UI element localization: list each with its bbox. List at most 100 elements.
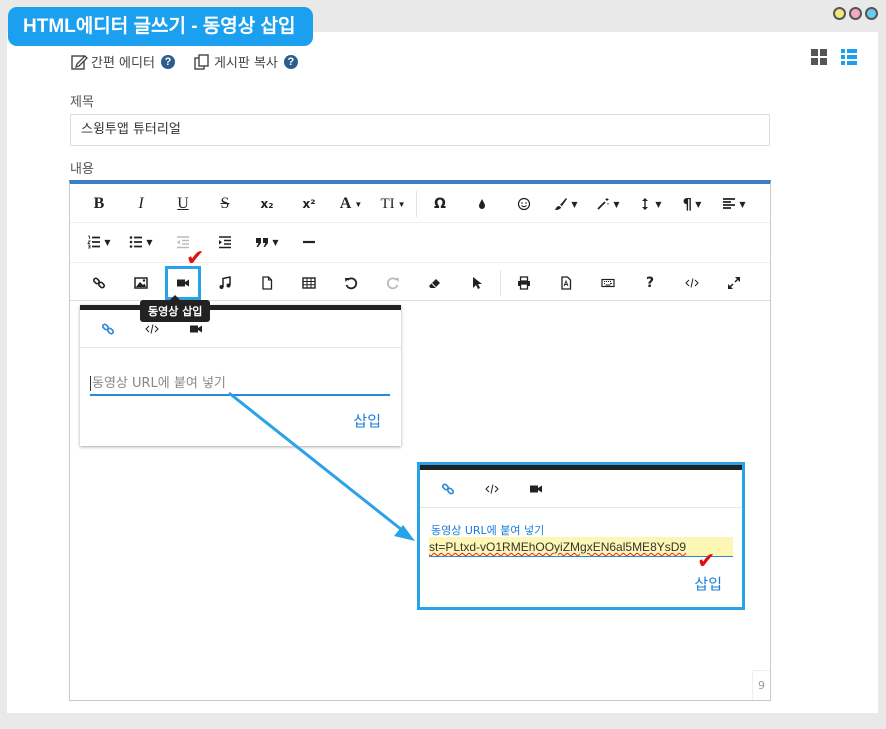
help-icon[interactable]: ? [160,54,175,69]
underline-button[interactable]: U [162,187,204,221]
tab-link[interactable] [86,322,130,336]
help-icon[interactable]: ? [283,54,298,69]
code-view-button[interactable] [671,266,713,300]
align-left-icon [723,198,736,209]
strikethrough-button[interactable]: S [204,187,246,221]
tab-code[interactable] [130,322,174,336]
link-icon [441,482,455,495]
table-icon [302,277,316,289]
tab-video[interactable] [514,482,558,496]
file-button[interactable] [246,266,288,300]
font-color-button[interactable]: A ▼ [330,187,372,221]
title-label: 제목 [70,95,94,110]
horizontal-rule-button[interactable] [288,225,330,259]
video-url-input[interactable]: 동영상 URL에 붙여 넣기 [90,372,390,396]
chevron-down-icon: ▼ [104,237,111,247]
video-url-caption: 동영상 URL에 붙여 넣기 [431,524,545,537]
fullscreen-button[interactable] [713,266,755,300]
brush-icon [555,198,568,210]
eraser-icon [429,279,440,288]
highlight-button[interactable] [461,187,503,221]
table-button[interactable] [288,266,330,300]
insert-button[interactable]: 삽입 [353,410,381,431]
view-toggle [810,48,858,66]
window-dots [833,7,878,20]
magic-wand-icon [597,198,609,210]
image-button[interactable] [120,266,162,300]
align-button[interactable]: ▼ [713,187,755,221]
cursor-icon [473,277,482,289]
editor-toolbar: B I U S x₂ x² A ▼ TI ▼ Ω ▼ ▼ ▼ ¶ ▼ ▼ ▼ ▼ ▼ [70,184,770,301]
code-icon [485,483,499,494]
chevron-down-icon: ▼ [695,199,702,209]
ordered-list-icon [87,235,101,249]
title-input[interactable]: 스윙투앱 튜터리얼 [70,114,770,146]
special-char-button[interactable]: Ω [419,187,461,221]
tooltip-video-insert: 동영상 삽입 [140,295,211,322]
chevron-down-icon: ▼ [571,199,578,209]
paragraph-label: ¶ [682,195,693,213]
bullet-list-icon [130,236,143,248]
link-icon [101,322,115,335]
link-icon [92,277,106,289]
video-camera-icon [177,279,189,287]
popover-tabs [80,310,401,348]
grid-view-icon[interactable] [810,48,828,66]
indent-button[interactable] [204,225,246,259]
undo-button[interactable] [330,266,372,300]
edit-icon [71,54,88,70]
popover-tabs [420,470,742,508]
eraser-button[interactable] [414,266,456,300]
quote-icon [256,238,269,247]
code-icon [145,323,159,334]
tab-video[interactable] [174,322,218,336]
music-icon [219,276,231,289]
italic-button[interactable]: I [120,187,162,221]
superscript-button[interactable]: x² [288,187,330,221]
subscript-button[interactable]: x₂ [246,187,288,221]
code-icon [685,278,699,288]
chevron-down-icon: ▼ [272,237,279,247]
audio-button[interactable] [204,266,246,300]
print-button[interactable] [503,266,545,300]
simple-editor-link[interactable]: 간편 에디터 ? [70,52,175,71]
video-camera-icon [530,485,542,492]
video-camera-icon [190,325,202,332]
checkmark-icon: ✔ [697,549,716,574]
window-dot-yellow [833,7,846,20]
ordered-list-button[interactable]: ▼ [78,225,120,259]
print-icon [518,276,530,290]
video-url-input[interactable]: st=PLtxd-vO1RMEhOOyiZMgxEN6al5ME8YsD9 [429,537,733,557]
char-counter: 9 [752,670,770,700]
help-button[interactable]: ? [629,266,671,300]
tab-link[interactable] [426,482,470,496]
keyboard-button[interactable] [587,266,629,300]
toolbar-divider [416,191,417,217]
toolbar-separator [70,222,770,223]
list-view-icon[interactable] [840,48,858,66]
redo-button[interactable] [372,266,414,300]
board-copy-link[interactable]: 게시판 복사 ? [193,52,298,71]
line-height-icon [642,198,649,210]
font-size-button[interactable]: TI ▼ [372,187,414,221]
chevron-down-icon: ▼ [354,199,363,209]
video-insert-popover: 동영상 URL에 붙여 넣기 삽입 [80,305,401,446]
magic-button[interactable]: ▼ [587,187,629,221]
select-button[interactable] [456,266,498,300]
chevron-down-icon: ▼ [146,237,153,247]
paragraph-button[interactable]: ¶ ▼ [671,187,713,221]
bullet-list-button[interactable]: ▼ [120,225,162,259]
line-height-button[interactable]: ▼ [629,187,671,221]
video-insert-popover-filled: 동영상 URL에 붙여 넣기 st=PLtxd-vO1RMEhOOyiZMgxE… [417,462,745,610]
insert-button[interactable]: 삽입 [694,573,722,594]
bold-button[interactable]: B [78,187,120,221]
tab-code[interactable] [470,482,514,496]
link-button[interactable] [78,266,120,300]
paint-button[interactable]: ▼ [545,187,587,221]
checkmark-icon: ✔ [186,246,205,271]
file-icon [262,276,273,290]
redo-icon [386,277,399,290]
emoji-button[interactable] [503,187,545,221]
blockquote-button[interactable]: ▼ [246,225,288,259]
pdf-button[interactable] [545,266,587,300]
